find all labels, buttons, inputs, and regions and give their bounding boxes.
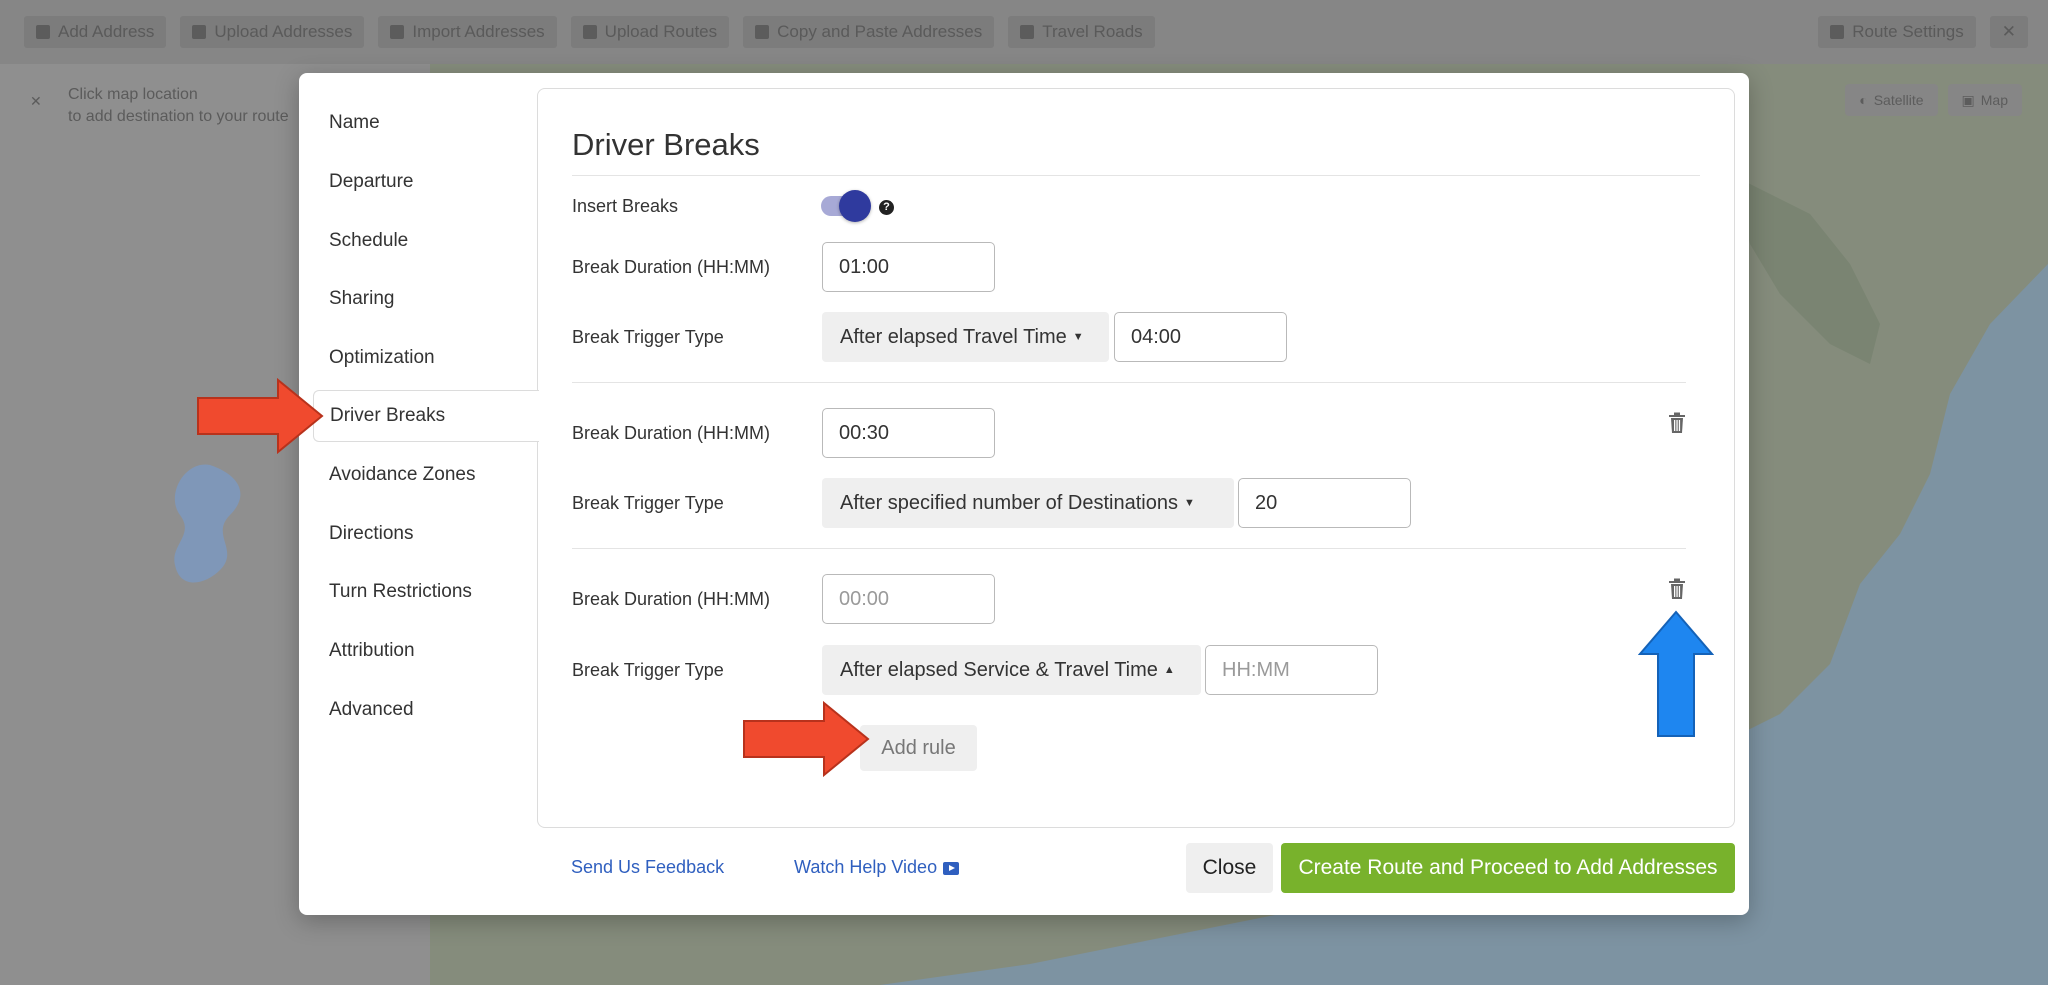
rule-3-trigger-value-input[interactable] — [1205, 645, 1378, 695]
upload-icon — [192, 25, 207, 39]
toggle-knob — [839, 190, 871, 222]
help-icon[interactable]: ? — [879, 200, 894, 215]
rule-3-trash-icon[interactable] — [1668, 578, 1686, 600]
nav-item-departure[interactable]: Departure — [313, 156, 545, 208]
nav-item-turn-restrictions[interactable]: Turn Restrictions — [313, 566, 545, 618]
rule-divider — [572, 382, 1686, 383]
create-route-button[interactable]: Create Route and Proceed to Add Addresse… — [1281, 843, 1735, 893]
title-divider — [572, 175, 1700, 176]
bg-tool-upload-addresses: Upload Addresses — [180, 16, 365, 48]
send-feedback-link[interactable]: Send Us Feedback — [571, 857, 724, 878]
plus-icon — [36, 25, 50, 39]
red-arrow-driver-breaks — [197, 378, 324, 454]
rule-1-duration-label: Break Duration (HH:MM) — [572, 257, 771, 277]
close-button[interactable]: Close — [1186, 843, 1273, 893]
rule-1-duration-input[interactable] — [822, 242, 995, 292]
rule-2-trigger-label: Break Trigger Type — [572, 493, 724, 513]
clipboard-icon — [755, 25, 770, 39]
rule-3-trigger-type-dropdown[interactable]: After elapsed Service & Travel Time ▲ — [822, 645, 1201, 695]
background-map-controls: ◐ Satellite ▣ Map — [1845, 84, 2022, 116]
driver-breaks-panel: Driver Breaks Insert Breaks ? Break Dura… — [537, 88, 1735, 828]
route-settings-modal: Name Departure Schedule Sharing Optimiza… — [299, 73, 1749, 915]
rule-divider — [572, 548, 1686, 549]
satellite-icon: ◐ — [1859, 92, 1868, 108]
nav-item-driver-breaks[interactable]: Driver Breaks — [313, 390, 539, 442]
nav-item-attribution[interactable]: Attribution — [313, 625, 545, 677]
bg-tool-travel-roads: Travel Roads — [1008, 16, 1155, 48]
rule-3-duration-input[interactable] — [822, 574, 995, 624]
background-map-hint: ✕ Click map location to add destination … — [30, 86, 289, 125]
rule-1-trigger-label: Break Trigger Type — [572, 327, 724, 347]
caret-down-icon: ▼ — [1072, 331, 1084, 343]
rule-2-duration-label: Break Duration (HH:MM) — [572, 423, 771, 443]
bg-tool-import-addresses: Import Addresses — [378, 16, 557, 48]
bg-map-satellite: ◐ Satellite — [1845, 84, 1938, 116]
rule-2-trigger-type-dropdown[interactable]: After specified number of Destinations ▼ — [822, 478, 1234, 528]
nav-item-schedule[interactable]: Schedule — [313, 215, 545, 267]
bg-tool-upload-routes: Upload Routes — [570, 16, 730, 48]
nav-item-avoidance-zones[interactable]: Avoidance Zones — [313, 449, 545, 501]
red-arrow-add-rule — [743, 701, 870, 777]
nav-item-directions[interactable]: Directions — [313, 508, 545, 560]
rule-2-trash-icon[interactable] — [1668, 412, 1686, 434]
nav-item-optimization[interactable]: Optimization — [313, 332, 545, 384]
watch-help-video-link[interactable]: Watch Help Video — [794, 857, 960, 878]
close-icon: ✕ — [30, 93, 42, 109]
panel-title: Driver Breaks — [572, 127, 760, 162]
nav-item-advanced[interactable]: Advanced — [313, 684, 545, 736]
caret-up-icon: ▲ — [1163, 664, 1175, 676]
bg-tool-add-address: Add Address — [24, 16, 167, 48]
rule-2-duration-input[interactable] — [822, 408, 995, 458]
upload-icon — [582, 25, 597, 39]
gear-icon — [1830, 25, 1845, 39]
rule-3-trigger-label: Break Trigger Type — [572, 660, 724, 680]
blue-arrow-trash — [1638, 610, 1714, 737]
rule-1-trigger-value-input[interactable] — [1114, 312, 1287, 362]
bg-map-map: ▣ Map — [1947, 84, 2022, 116]
video-play-icon — [943, 861, 960, 875]
nav-item-sharing[interactable]: Sharing — [313, 273, 545, 325]
bg-close-icon: ✕ — [1989, 16, 2028, 48]
bg-tool-route-settings: Route Settings — [1818, 16, 1976, 48]
nav-item-name[interactable]: Name — [313, 97, 545, 149]
background-toolbar: Add Address Upload Addresses Import Addr… — [0, 0, 2048, 64]
rule-2-trigger-value-input[interactable] — [1238, 478, 1411, 528]
bg-tool-copy-paste: Copy and Paste Addresses — [743, 16, 995, 48]
rule-3-duration-label: Break Duration (HH:MM) — [572, 589, 771, 609]
background-lake-shape — [174, 464, 241, 583]
rule-1-trigger-type-dropdown[interactable]: After elapsed Travel Time ▼ — [822, 312, 1109, 362]
map-icon: ▣ — [1961, 91, 1975, 108]
caret-down-icon: ▼ — [1183, 497, 1195, 509]
add-rule-button[interactable]: Add rule — [860, 725, 977, 771]
insert-breaks-label: Insert Breaks — [572, 196, 679, 216]
import-icon — [390, 25, 405, 39]
road-icon — [1020, 25, 1035, 39]
insert-breaks-toggle[interactable] — [821, 190, 871, 222]
bg-toolbar-right: Route Settings ✕ — [1818, 16, 2028, 48]
